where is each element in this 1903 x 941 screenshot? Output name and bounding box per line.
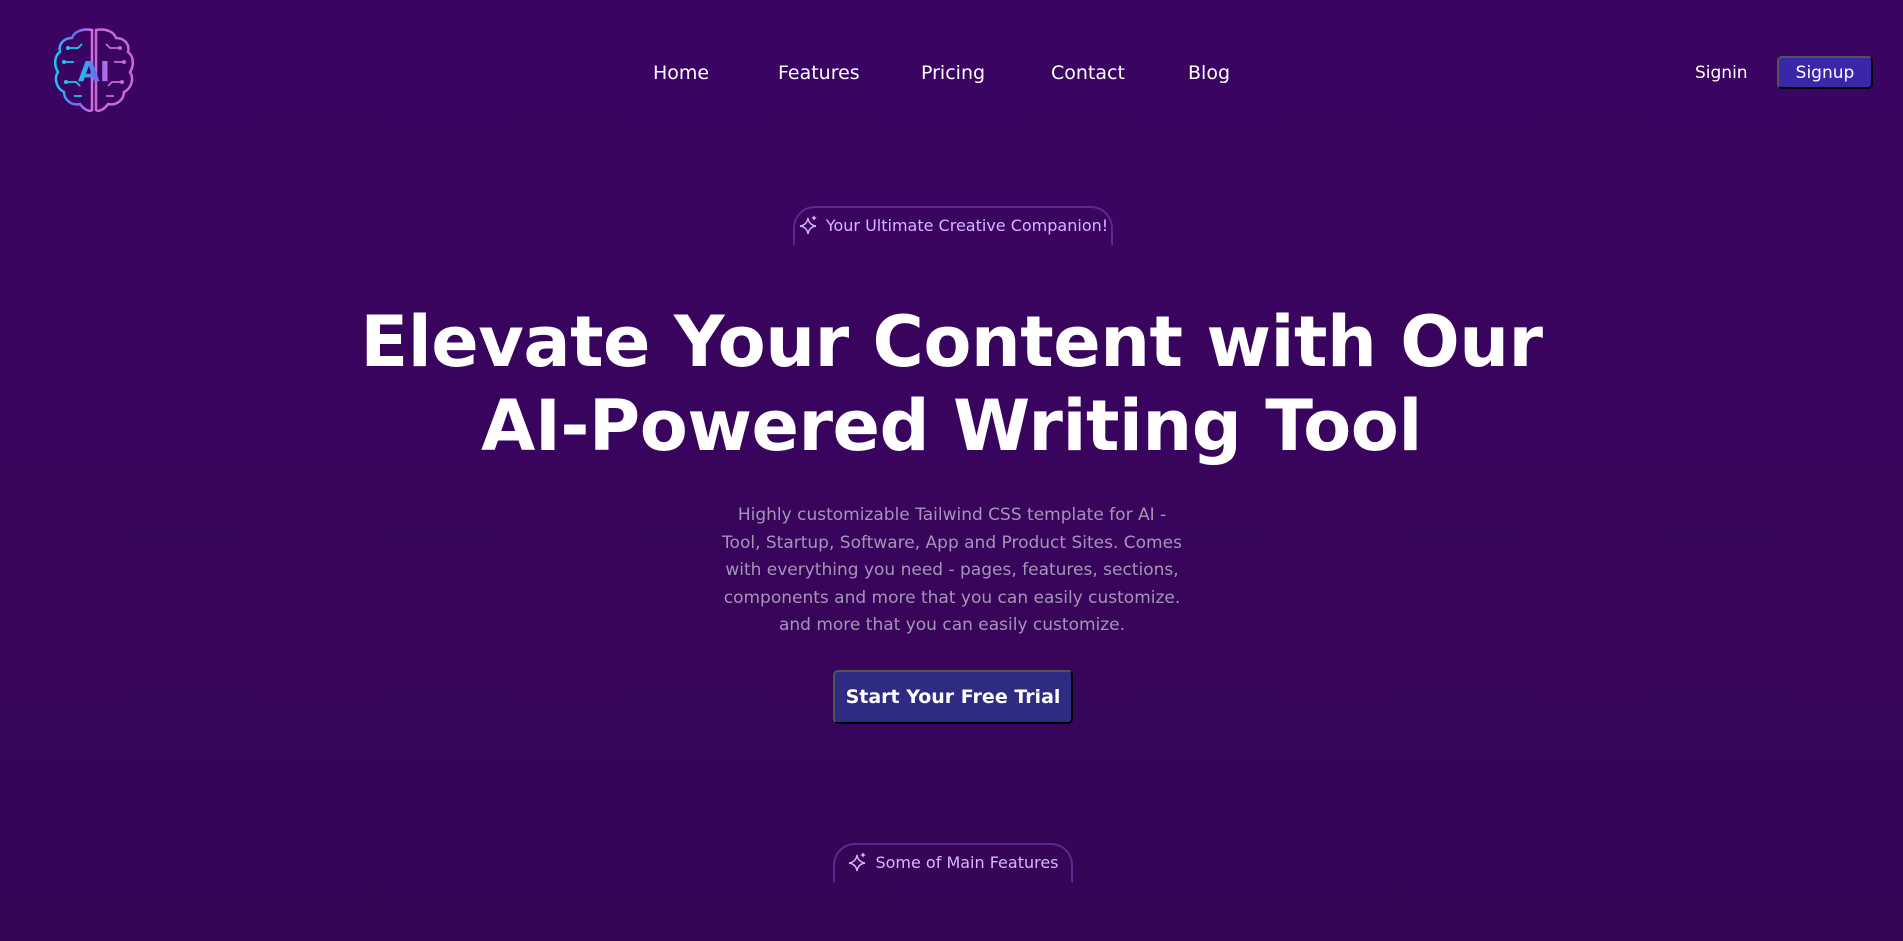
hero-subtitle: Highly customizable Tailwind CSS templat… <box>722 505 1182 635</box>
nav-pricing[interactable]: Pricing <box>921 58 985 88</box>
sparkle-icon <box>847 851 867 873</box>
signin-link[interactable]: Signin <box>1695 58 1748 88</box>
features-badge: Some of Main Features <box>833 843 1073 883</box>
hero-badge-text: Your Ultimate Creative Companion! <box>825 215 1109 235</box>
nav-home[interactable]: Home <box>653 58 709 88</box>
main-nav: Home Features Pricing Contact Blog <box>0 58 1903 88</box>
nav-contact[interactable]: Contact <box>1051 58 1125 88</box>
signup-button[interactable]: Signup <box>1777 56 1873 89</box>
site-header: AI Home Features Pricing Contact Blog Si… <box>0 0 1903 145</box>
features-badge-text: Some of Main Features <box>875 852 1059 872</box>
hero-title: Elevate Your Content with Our AI-Powered… <box>0 300 1903 468</box>
hero-title-line-1: Elevate Your Content with Our <box>360 301 1543 383</box>
hero-badge: Your Ultimate Creative Companion! <box>793 206 1113 246</box>
nav-features[interactable]: Features <box>778 58 860 88</box>
nav-blog[interactable]: Blog <box>1188 58 1230 88</box>
hero-title-line-2: AI-Powered Writing Tool <box>481 385 1422 467</box>
sparkle-icon <box>798 214 818 236</box>
start-free-trial-button[interactable]: Start Your Free Trial <box>833 670 1073 724</box>
